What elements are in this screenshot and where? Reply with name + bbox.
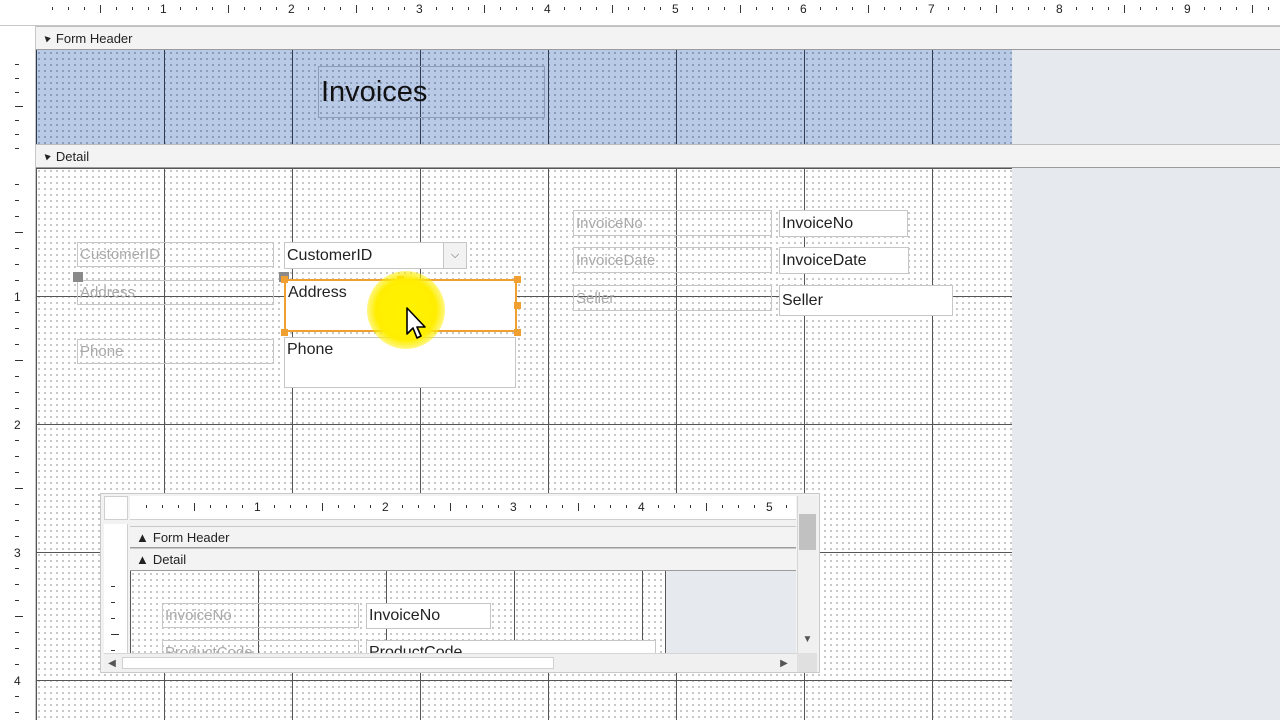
scrollbar-thumb[interactable] [122,657,554,669]
subform-horizontal-scrollbar[interactable]: ◀ ▶ [104,653,798,672]
resize-handle[interactable] [514,329,521,336]
ruler-mark: 2 [288,2,295,16]
move-handle[interactable] [73,272,83,282]
ruler-mark: 9 [1184,2,1191,16]
subform-vertical-scrollbar[interactable]: ▼ [797,496,817,653]
ruler-mark: 1 [254,500,261,514]
collapse-arrow-icon: ▲ [39,30,55,46]
customerid-label[interactable]: CustomerID [77,242,274,267]
ruler-mark: 4 [544,2,551,16]
seller-textbox[interactable]: Seller [779,285,953,316]
address-label[interactable]: Address [77,280,274,305]
ruler-mark: 6 [800,2,807,16]
ruler-mark: 2 [382,500,389,514]
collapse-arrow-icon: ▲ [136,552,149,567]
resize-handle[interactable] [281,329,288,336]
ruler-mark: 4 [14,674,21,688]
resize-handle[interactable] [281,276,288,283]
seller-label[interactable]: Seller [573,285,772,311]
form-header-empty-area [1012,50,1280,144]
invoicedate-label[interactable]: InvoiceDate [573,247,772,273]
horizontal-ruler: 1 2 3 4 5 6 7 8 9 [0,0,1280,26]
subform-ruler-corner[interactable] [104,496,128,520]
ruler-mark: 1 [160,2,167,16]
subform-vertical-ruler [104,524,128,654]
ruler-ticks [52,5,1269,13]
subform-invoiceno-textbox[interactable]: InvoiceNo [366,603,491,629]
invoiceno-textbox[interactable]: InvoiceNo [779,210,908,237]
ruler-ticks [146,503,787,511]
chevron-down-icon[interactable]: ⌵ [443,243,466,268]
subform-form-header-bar[interactable]: ▲ Form Header [130,526,796,548]
ruler-ticks [111,586,119,651]
subform-productcode-label[interactable]: ProductCode [162,640,359,653]
subform-productcode-textbox[interactable]: ProductCode [366,640,656,653]
detail-section-bar[interactable]: ▲ Detail [36,144,1280,168]
detail-empty-area [1012,168,1280,720]
invoiceno-label[interactable]: InvoiceNo [573,210,772,236]
ruler-mark: 3 [510,500,517,514]
invoicedate-textbox[interactable]: InvoiceDate [779,247,909,274]
resize-handle[interactable] [514,276,521,283]
address-textbox-value: Address [288,284,347,301]
form-title-label[interactable]: Invoices [318,66,545,118]
ruler-mark: 5 [766,500,773,514]
resize-handle[interactable] [514,302,521,309]
ruler-mark: 8 [1056,2,1063,16]
ruler-mark: 7 [928,2,935,16]
ruler-mark: 2 [14,418,21,432]
ruler-mark: 1 [14,290,21,304]
customerid-combobox[interactable]: CustomerID ⌵ [284,242,467,269]
section-label: Detail [55,148,90,164]
customerid-combobox-value: CustomerID [287,246,373,264]
collapse-arrow-icon: ▲ [136,529,149,545]
subform-detail-bar[interactable]: ▲ Detail [130,548,796,571]
subform-clipped-row: ProductCode ProductCode [130,640,665,653]
ruler-mark: 3 [416,2,423,16]
scroll-down-arrow-icon[interactable]: ▼ [798,629,817,649]
scroll-right-arrow-icon[interactable]: ▶ [776,654,792,672]
collapse-arrow-icon: ▲ [39,148,55,164]
section-label: Form Header [55,30,133,46]
phone-textbox-value: Phone [287,341,334,358]
ruler-mark: 3 [14,546,21,560]
scrollbar-corner [797,653,817,672]
ruler-mark: 5 [672,2,679,16]
scroll-left-arrow-icon[interactable]: ◀ [104,654,120,672]
form-header-section-bar[interactable]: ▲ Form Header [36,26,1280,50]
subform-horizontal-ruler: 1 2 3 4 5 [130,496,796,520]
vertical-ruler: 1 2 3 4 [0,26,36,720]
subform-invoiceno-label[interactable]: InvoiceNo [162,603,359,628]
scrollbar-thumb[interactable] [799,514,816,550]
section-label: Form Header [152,529,230,545]
phone-label[interactable]: Phone [77,339,274,364]
section-label: Detail [152,552,187,567]
ruler-ticks [15,64,23,713]
mouse-pointer-icon [406,307,426,339]
ruler-mark: 4 [638,500,645,514]
subform-detail-empty-area [665,571,796,653]
